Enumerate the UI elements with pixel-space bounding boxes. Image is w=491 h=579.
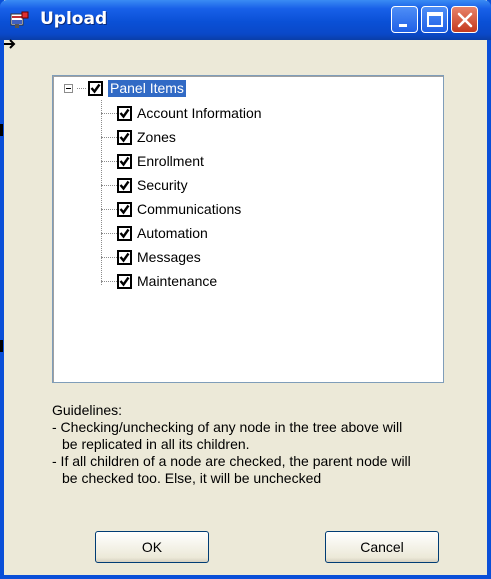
- tree-connector: [101, 257, 117, 258]
- tree-connector: [101, 137, 117, 138]
- checkbox-messages[interactable]: [117, 250, 132, 265]
- window-edge-marker: [0, 124, 3, 136]
- checkbox-automation[interactable]: [117, 226, 132, 241]
- tree-node-zones[interactable]: Zones: [137, 129, 176, 146]
- checkbox-communications[interactable]: [117, 202, 132, 217]
- root-checkbox[interactable]: [88, 81, 103, 96]
- maximize-button[interactable]: [421, 6, 448, 33]
- mouse-cursor-icon: [4, 39, 16, 49]
- tree-connector: [101, 233, 117, 234]
- window-edge-marker: [0, 340, 3, 352]
- checkbox-security[interactable]: [117, 178, 132, 193]
- collapse-toggle[interactable]: [64, 84, 73, 93]
- tree-node-enrollment[interactable]: Enrollment: [137, 153, 204, 170]
- guidelines-heading: Guidelines:: [52, 402, 123, 418]
- tree-connector: [101, 281, 117, 282]
- minimize-button[interactable]: [391, 6, 418, 33]
- upload-dialog: Upload Panel Items Account Information Z…: [0, 0, 491, 579]
- tree-connector: [101, 209, 117, 210]
- tree-node-account-information[interactable]: Account Information: [137, 105, 262, 122]
- guideline-line: be checked too. Else, it will be uncheck…: [62, 470, 322, 486]
- guideline-line: - If all children of a node are checked,…: [52, 453, 411, 469]
- tree-node-messages[interactable]: Messages: [137, 249, 201, 266]
- close-icon: [457, 12, 473, 28]
- tree-node-automation[interactable]: Automation: [137, 225, 208, 242]
- guideline-line: be replicated in all its children.: [62, 436, 250, 452]
- title-bar[interactable]: Upload: [0, 0, 491, 40]
- cancel-button[interactable]: Cancel: [325, 531, 439, 563]
- tree-connector: [101, 185, 117, 186]
- tree-node-maintenance[interactable]: Maintenance: [137, 273, 217, 290]
- tree-connector: [101, 113, 117, 114]
- tree-connector: [77, 88, 86, 89]
- minimize-icon: [399, 24, 407, 27]
- window-title: Upload: [40, 9, 108, 29]
- checkbox-enrollment[interactable]: [117, 154, 132, 169]
- upload-app-icon: [10, 11, 29, 28]
- guideline-line: - Checking/unchecking of any node in the…: [52, 419, 403, 435]
- panel-items-tree[interactable]: Panel Items Account Information Zones En…: [52, 75, 444, 383]
- guidelines-text: Guidelines: - Checking/unchecking of any…: [52, 402, 452, 487]
- checkbox-account-information[interactable]: [117, 106, 132, 121]
- maximize-icon: [427, 12, 443, 27]
- checkbox-zones[interactable]: [117, 130, 132, 145]
- ok-button[interactable]: OK: [95, 531, 209, 563]
- close-button[interactable]: [451, 6, 478, 33]
- tree-node-security[interactable]: Security: [137, 177, 188, 194]
- checkbox-maintenance[interactable]: [117, 274, 132, 289]
- tree-node-communications[interactable]: Communications: [137, 201, 241, 218]
- tree-connector: [101, 161, 117, 162]
- tree-node-panel-items[interactable]: Panel Items: [108, 80, 186, 97]
